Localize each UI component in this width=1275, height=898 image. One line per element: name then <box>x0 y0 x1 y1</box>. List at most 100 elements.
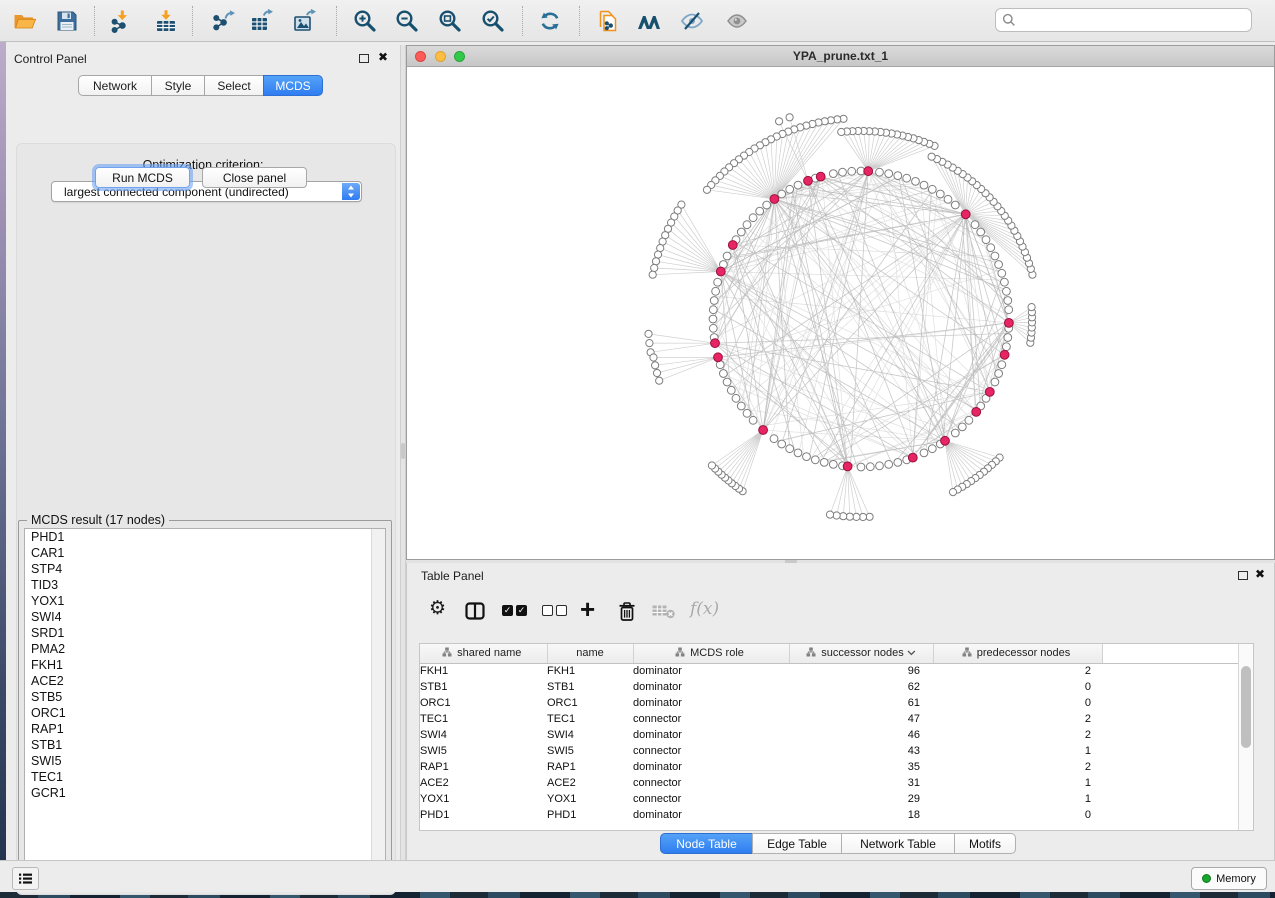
network-node[interactable] <box>749 416 757 424</box>
network-node[interactable] <box>958 423 966 431</box>
table-cell[interactable]: connector <box>633 775 789 791</box>
mcds-result-item[interactable]: SRD1 <box>25 625 385 641</box>
table-cell[interactable]: 61 <box>789 695 933 711</box>
network-node[interactable] <box>770 435 778 443</box>
hide-selected-eye-slash-icon[interactable] <box>680 9 704 33</box>
table-cell[interactable] <box>1102 791 1240 807</box>
table-cell[interactable]: 2 <box>933 663 1102 679</box>
mcds-list-scrollbar[interactable] <box>371 529 385 877</box>
table-settings-gear-icon[interactable]: ⚙ <box>429 599 446 618</box>
satellite-node[interactable] <box>928 153 935 160</box>
network-node[interactable] <box>903 174 911 182</box>
satellite-node[interactable] <box>652 258 659 265</box>
network-node[interactable] <box>1003 343 1011 351</box>
col-header-successor-nodes[interactable]: successor nodes <box>789 644 933 663</box>
float-panel-icon[interactable] <box>359 54 369 63</box>
tab-node-table[interactable]: Node Table <box>660 833 753 854</box>
network-node[interactable] <box>971 221 979 229</box>
network-node[interactable] <box>756 207 764 215</box>
table-cell[interactable]: dominator <box>633 663 789 679</box>
table-cell[interactable]: connector <box>633 791 789 807</box>
table-cell[interactable]: 43 <box>789 743 933 759</box>
mcds-result-item[interactable]: CAR1 <box>25 545 385 561</box>
export-image-icon[interactable] <box>293 9 317 33</box>
satellite-node[interactable] <box>776 118 783 125</box>
network-node[interactable] <box>794 181 802 189</box>
network-node[interactable] <box>928 185 936 193</box>
table-cell[interactable]: 1 <box>933 743 1102 759</box>
satellite-node[interactable] <box>1028 304 1035 311</box>
table-cell[interactable] <box>1102 727 1240 743</box>
network-node[interactable] <box>857 463 865 471</box>
table-cell[interactable]: 2 <box>933 727 1102 743</box>
mcds-result-item[interactable]: SWI4 <box>25 609 385 625</box>
zoom-selected-icon[interactable] <box>481 9 505 33</box>
tab-network[interactable]: Network <box>78 75 152 96</box>
network-node[interactable] <box>839 168 847 176</box>
table-cell[interactable]: 31 <box>789 775 933 791</box>
table-cell[interactable]: ORC1 <box>420 695 547 711</box>
clone-network-icon[interactable] <box>595 9 619 33</box>
col-header-predecessor-nodes[interactable]: predecessor nodes <box>933 644 1102 663</box>
table-cell[interactable]: SWI5 <box>420 743 547 759</box>
table-cell[interactable] <box>1102 663 1240 679</box>
satellite-node[interactable] <box>786 114 793 121</box>
select-all-rows-icon[interactable]: ✓✓ <box>502 605 527 616</box>
table-cell[interactable]: FKH1 <box>547 663 633 679</box>
network-node[interactable] <box>1003 287 1011 295</box>
network-node[interactable] <box>951 201 959 209</box>
mcds-result-item[interactable]: TID3 <box>25 577 385 593</box>
network-node[interactable] <box>749 214 757 222</box>
network-node[interactable] <box>866 463 874 471</box>
table-row[interactable]: SWI5SWI5connector431 <box>420 743 1240 759</box>
table-cell[interactable]: PHD1 <box>420 807 547 823</box>
network-node[interactable] <box>811 456 819 464</box>
table-cell[interactable]: 29 <box>789 791 933 807</box>
network-node[interactable] <box>794 449 802 457</box>
network-node[interactable] <box>743 409 751 417</box>
satellite-node[interactable] <box>650 354 657 361</box>
table-row[interactable]: YOX1YOX1connector291 <box>420 791 1240 807</box>
network-node[interactable] <box>920 181 928 189</box>
network-node[interactable] <box>936 190 944 198</box>
network-node[interactable] <box>763 201 771 209</box>
satellite-node[interactable] <box>840 513 847 520</box>
network-node[interactable] <box>894 459 902 467</box>
mcds-hub-node[interactable] <box>770 195 779 204</box>
table-row[interactable]: SWI4SWI4dominator462 <box>420 727 1240 743</box>
mcds-result-item[interactable]: STB1 <box>25 737 385 753</box>
table-cell[interactable]: 2 <box>933 711 1102 727</box>
mcds-result-item[interactable]: ORC1 <box>25 705 385 721</box>
mcds-hub-node[interactable] <box>908 453 917 462</box>
table-cell[interactable] <box>1102 759 1240 775</box>
mcds-result-item[interactable]: YOX1 <box>25 593 385 609</box>
network-node[interactable] <box>737 228 745 236</box>
network-node[interactable] <box>876 168 884 176</box>
network-node[interactable] <box>737 402 745 410</box>
memory-button[interactable]: Memory <box>1191 867 1267 890</box>
table-cell[interactable]: 62 <box>789 679 933 695</box>
table-cell[interactable]: 96 <box>789 663 933 679</box>
delete-trash-icon[interactable] <box>617 601 637 622</box>
mcds-result-item[interactable]: PHD1 <box>25 529 385 545</box>
network-node[interactable] <box>710 297 718 305</box>
table-cell[interactable] <box>1102 695 1240 711</box>
mcds-result-item[interactable]: RAP1 <box>25 721 385 737</box>
mcds-hub-node[interactable] <box>864 167 873 176</box>
network-node[interactable] <box>829 170 837 178</box>
satellite-node[interactable] <box>949 489 956 496</box>
network-node[interactable] <box>743 221 751 229</box>
table-cell[interactable]: TEC1 <box>547 711 633 727</box>
network-node[interactable] <box>1001 278 1009 286</box>
network-node[interactable] <box>732 394 740 402</box>
tab-motifs[interactable]: Motifs <box>954 833 1016 854</box>
export-network-icon[interactable] <box>212 9 236 33</box>
show-columns-icon[interactable] <box>465 602 485 620</box>
network-node[interactable] <box>995 370 1003 378</box>
mcds-hub-node[interactable] <box>804 176 813 185</box>
binoculars-icon[interactable] <box>637 9 661 33</box>
mcds-hub-node[interactable] <box>941 436 950 445</box>
zoom-out-icon[interactable] <box>395 9 419 33</box>
export-table-icon[interactable] <box>250 9 274 33</box>
network-node[interactable] <box>928 445 936 453</box>
